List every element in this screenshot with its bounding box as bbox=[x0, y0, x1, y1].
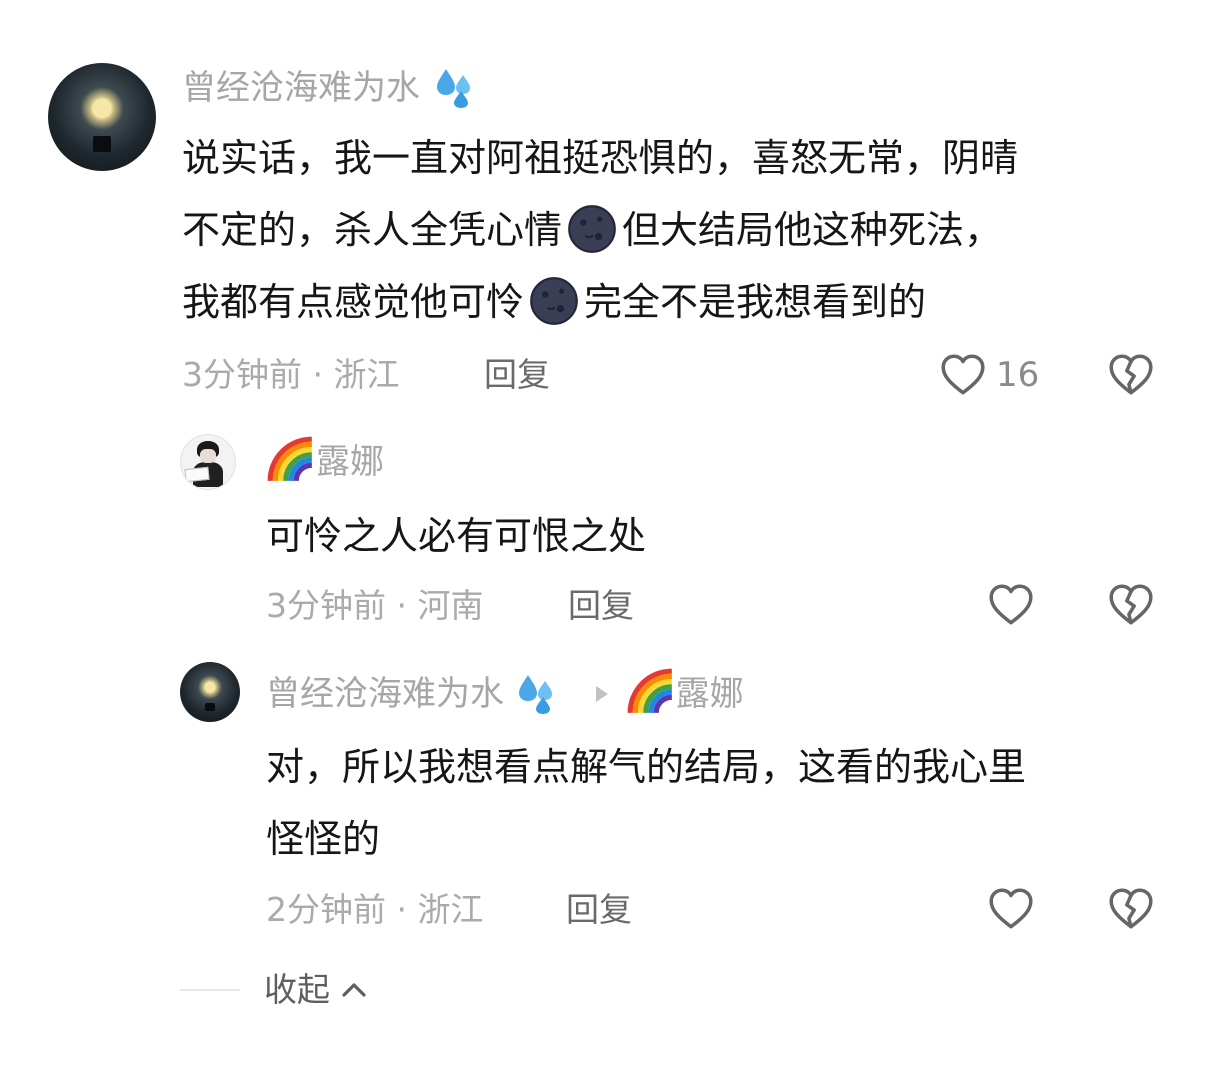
reply-username[interactable]: 露娜 bbox=[266, 442, 384, 485]
username-text: 曾经沧海难为水 bbox=[182, 68, 420, 108]
collapse-label: 收起 bbox=[264, 970, 330, 1009]
reply-line-1: 对，所以我想看点解气的结局，这看的我心里 bbox=[266, 745, 1027, 789]
username-text: 曾经沧海难为水 bbox=[266, 674, 504, 714]
collapse-replies-button[interactable]: 收起 bbox=[264, 970, 367, 1010]
sweat-droplets-icon bbox=[515, 671, 559, 715]
reply-line-2: 怪怪的 bbox=[266, 817, 381, 861]
comment-location: 浙江 bbox=[333, 355, 400, 394]
reply-avatar[interactable] bbox=[180, 434, 236, 490]
sweat-droplets-icon bbox=[433, 65, 477, 109]
broken-heart-icon[interactable] bbox=[1106, 350, 1156, 400]
comment-line-1: 说实话，我一直对阿祖挺恐惧的，喜怒无常，阴晴 bbox=[182, 136, 1019, 180]
comment-line-2: 不定的，杀人全凭心情 但大结局他这种死法， bbox=[182, 194, 1172, 266]
reply-location: 河南 bbox=[417, 586, 484, 625]
rainbow-icon bbox=[266, 435, 316, 485]
reply-username[interactable]: 曾经沧海难为水 露娜 bbox=[266, 674, 744, 717]
reply-meta: 3分钟前 · 河南 bbox=[266, 586, 484, 625]
comment-reply-button[interactable]: 回复 bbox=[484, 355, 550, 395]
reply-avatar[interactable] bbox=[180, 662, 240, 722]
heart-icon[interactable] bbox=[986, 580, 1036, 630]
commenter-avatar[interactable] bbox=[48, 63, 156, 171]
reply-to-username[interactable]: 露娜 bbox=[676, 674, 744, 714]
broken-heart-icon[interactable] bbox=[1106, 580, 1156, 630]
collapse-divider bbox=[180, 989, 240, 991]
heart-icon[interactable] bbox=[986, 884, 1036, 934]
new-moon-face-icon bbox=[528, 275, 580, 327]
reply-time: 2分钟前 bbox=[266, 890, 386, 929]
reply-meta: 2分钟前 · 浙江 bbox=[266, 890, 484, 929]
comment-line-3: 我都有点感觉他可怜 完全不是我想看到的 bbox=[182, 266, 1172, 338]
comment-username[interactable]: 曾经沧海难为水 bbox=[182, 68, 477, 109]
comment-text: 说实话，我一直对阿祖挺恐惧的，喜怒无常，阴晴 不定的，杀人全凭心情 但大结局他这种… bbox=[182, 122, 1172, 338]
reply-time: 3分钟前 bbox=[266, 586, 386, 625]
reply-reply-button[interactable]: 回复 bbox=[568, 586, 634, 626]
broken-heart-icon[interactable] bbox=[1106, 884, 1156, 934]
like-count: 16 bbox=[996, 355, 1040, 395]
reply-arrow-icon bbox=[595, 685, 608, 702]
reply-location: 浙江 bbox=[417, 890, 484, 929]
reply-reply-button[interactable]: 回复 bbox=[566, 890, 632, 930]
comment-meta: 3分钟前 · 浙江 bbox=[182, 355, 400, 394]
chevron-up-icon bbox=[341, 982, 366, 997]
heart-icon[interactable] bbox=[938, 350, 988, 400]
reply-text: 可怜之人必有可恨之处 bbox=[266, 514, 647, 558]
comment-time: 3分钟前 bbox=[182, 355, 302, 394]
rainbow-icon bbox=[626, 667, 676, 717]
reply-text: 对，所以我想看点解气的结局，这看的我心里 怪怪的 bbox=[266, 731, 1166, 875]
username-text: 露娜 bbox=[316, 442, 384, 482]
new-moon-face-icon bbox=[566, 203, 618, 255]
